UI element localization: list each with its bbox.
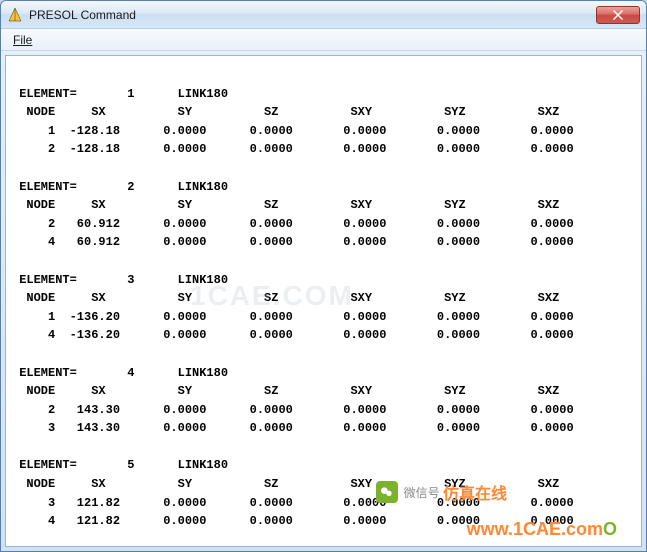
- close-button[interactable]: [596, 6, 640, 24]
- wechat-icon: [376, 481, 398, 503]
- titlebar[interactable]: PRESOL Command: [1, 1, 646, 29]
- menubar: File: [1, 29, 646, 51]
- app-window: PRESOL Command File ELEMENT= 1 LINK180 N…: [0, 0, 647, 552]
- watermark-wechat: 微信号 仿真在线: [376, 480, 507, 504]
- menu-file[interactable]: File: [5, 31, 40, 49]
- wechat-label: 微信号: [404, 484, 440, 501]
- wechat-value: 仿真在线: [443, 480, 507, 504]
- window-title: PRESOL Command: [29, 8, 596, 22]
- app-icon: [7, 7, 23, 23]
- watermark-url: www.1CAE.comO: [467, 519, 617, 540]
- watermark-center: 1CAE.COM: [190, 280, 354, 312]
